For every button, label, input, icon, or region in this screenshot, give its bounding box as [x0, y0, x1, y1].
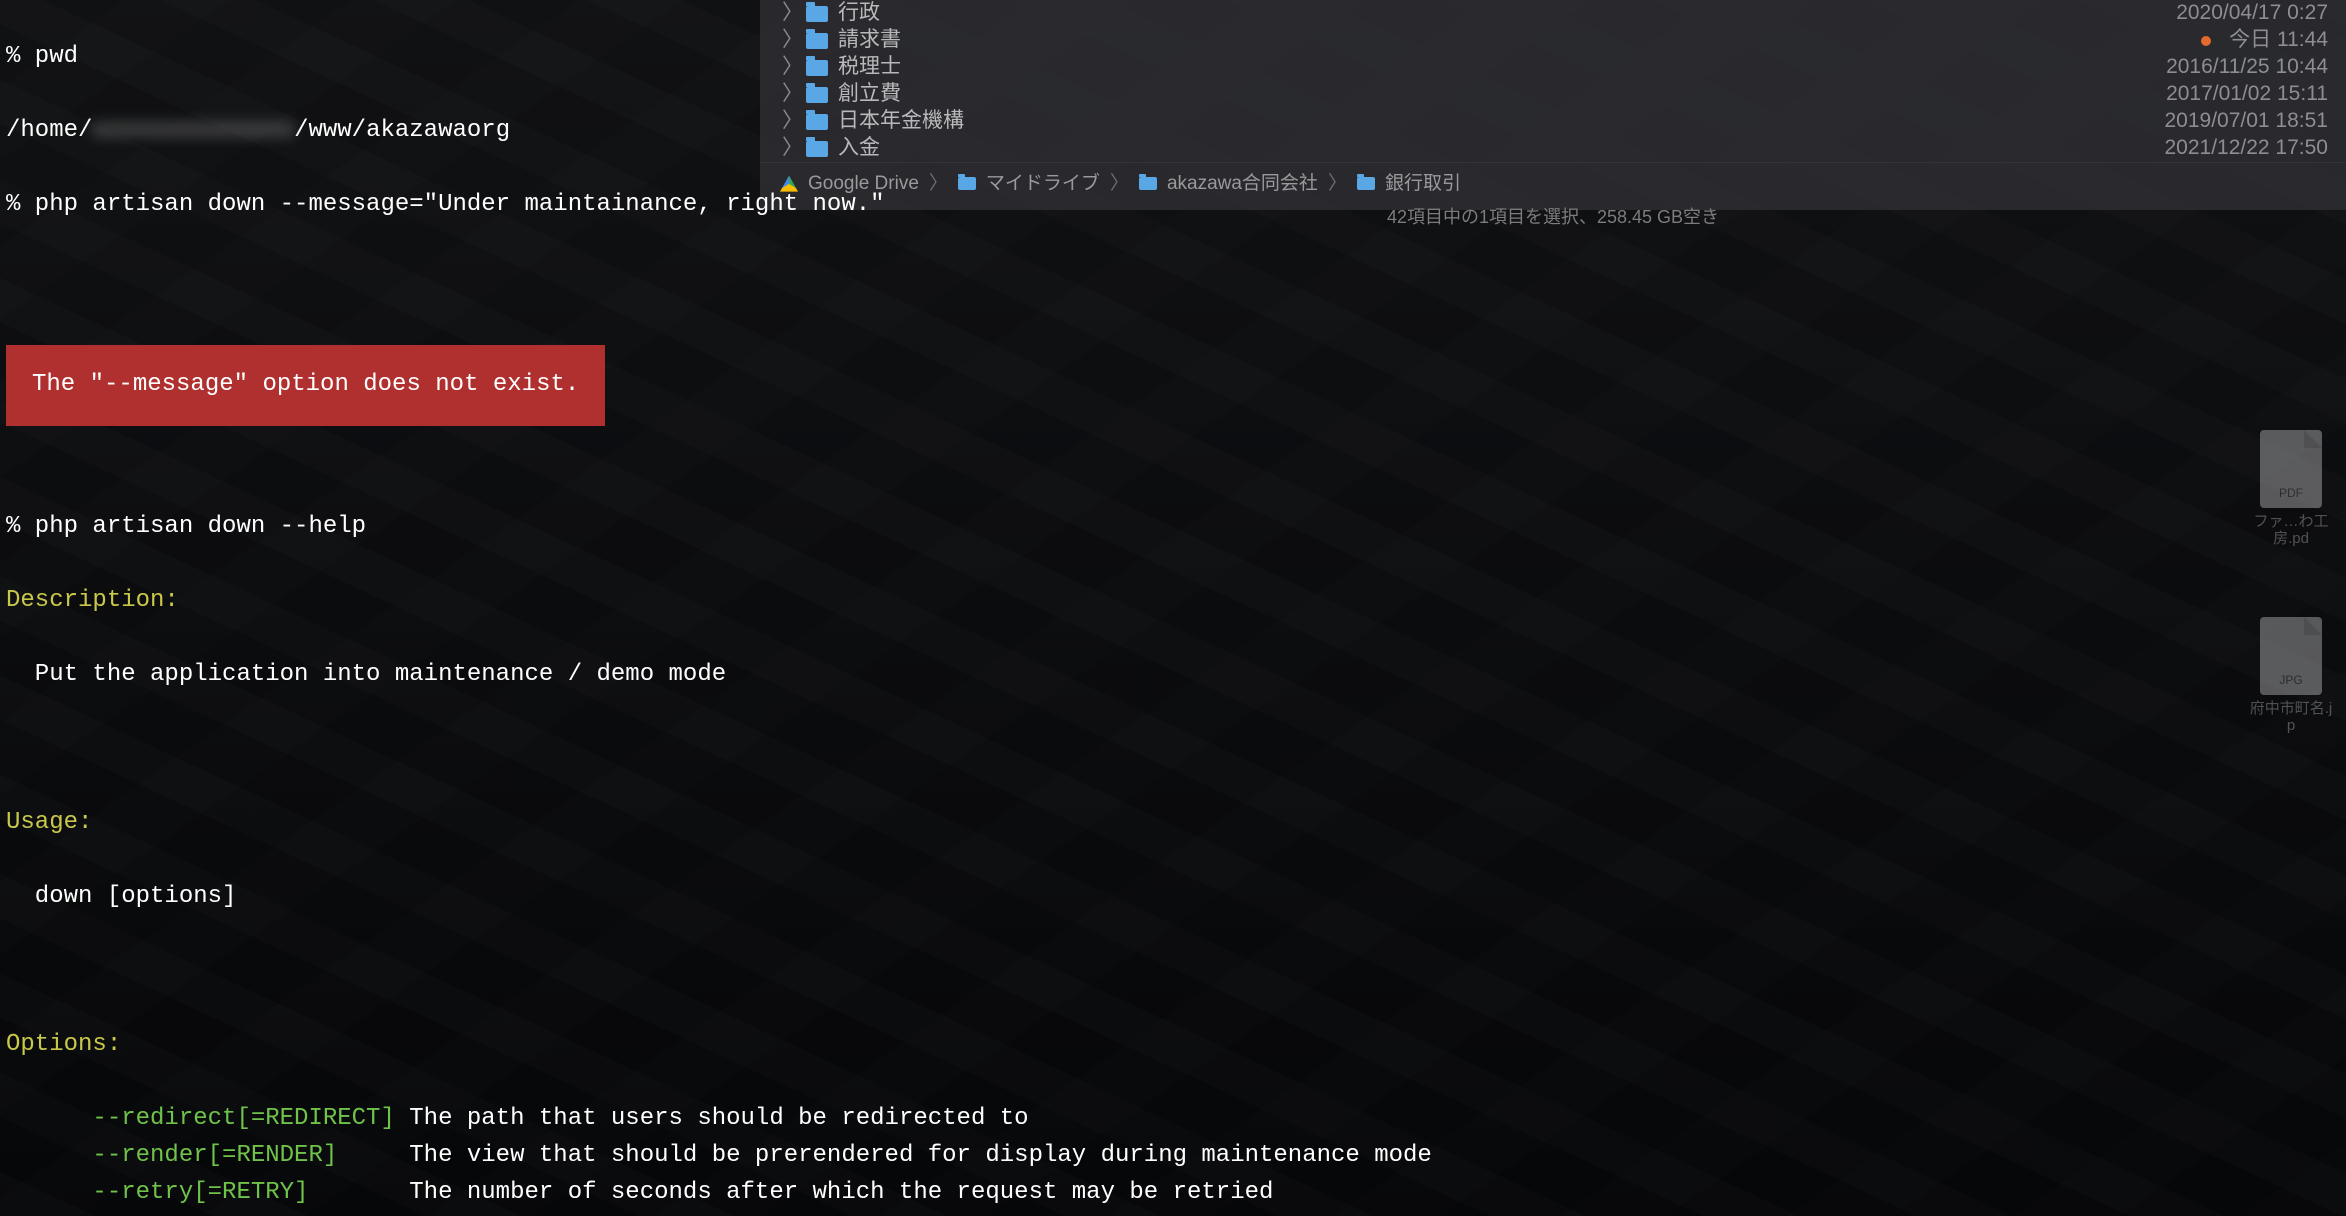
term-option-row: --retry[=RETRY] The number of seconds af… [6, 1175, 2340, 1212]
option-desc: The number of seconds after which the re… [409, 1179, 1273, 1206]
term-line-cmd-help: % php artisan down --help [6, 509, 2340, 546]
option-desc: The view that should be prerendered for … [409, 1142, 1432, 1169]
term-blank [6, 731, 2340, 768]
error-message: The "--message" option does not exist. [6, 345, 605, 426]
term-usage-body: down [options] [6, 879, 2340, 916]
term-option-row: --refresh[=REFRESH] The number of second… [6, 1212, 2340, 1216]
pwd-suffix: /www/akazawaorg [294, 117, 510, 144]
option-desc: The path that users should be redirected… [409, 1105, 1028, 1132]
terminal-pane[interactable]: % pwd /home/xxxxxxxxxxxxxx/www/akazawaor… [0, 0, 2346, 1216]
term-blank [6, 436, 2340, 473]
term-blank [6, 261, 2340, 298]
term-option-row: --render[=RENDER] The view that should b… [6, 1138, 2340, 1175]
term-heading-description: Description: [6, 583, 2340, 620]
term-heading-options: Options: [6, 1027, 2340, 1064]
term-blank [6, 953, 2340, 990]
term-line-cmd-down-msg: % php artisan down --message="Under main… [6, 187, 2340, 224]
option-flag: --render[=RENDER] [6, 1138, 409, 1175]
option-flag: --retry[=RETRY] [6, 1175, 409, 1212]
option-flag: --redirect[=REDIRECT] [6, 1101, 409, 1138]
pwd-prefix: /home/ [6, 117, 92, 144]
term-description-body: Put the application into maintenance / d… [6, 657, 2340, 694]
term-line-pwd-out: /home/xxxxxxxxxxxxxx/www/akazawaorg [6, 113, 2340, 150]
term-options-block: --redirect[=REDIRECT] The path that user… [6, 1101, 2340, 1216]
term-option-row: --redirect[=REDIRECT] The path that user… [6, 1101, 2340, 1138]
term-error-box: The "--message" option does not exist. [6, 371, 605, 398]
term-line-pwd-cmd: % pwd [6, 39, 2340, 76]
redacted-username: xxxxxxxxxxxxxx [92, 117, 294, 144]
term-heading-usage: Usage: [6, 805, 2340, 842]
option-flag: --refresh[=REFRESH] [6, 1212, 409, 1216]
